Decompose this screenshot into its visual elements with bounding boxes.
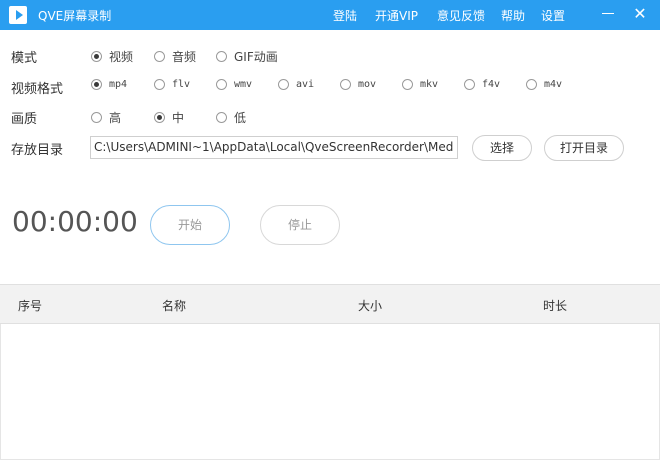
menu-feedback[interactable]: 意见反馈 — [437, 7, 485, 24]
radio-unchecked-icon — [154, 51, 165, 62]
choose-dir-button[interactable]: 选择 — [472, 135, 532, 161]
menu-vip[interactable]: 开通VIP — [375, 7, 418, 24]
menu-help[interactable]: 帮助 — [501, 7, 525, 24]
column-duration: 时长 — [543, 299, 568, 313]
app-title: QVE屏幕录制 — [38, 9, 112, 23]
save-dir-label: 存放目录 — [11, 143, 64, 158]
close-icon[interactable]: ✕ — [630, 4, 650, 24]
radio-unchecked-icon — [464, 79, 475, 90]
menu-login[interactable]: 登陆 — [333, 7, 357, 24]
format-option-mov[interactable]: mov — [340, 79, 376, 90]
quality-option-medium[interactable]: 中 — [154, 109, 184, 126]
stop-button[interactable]: 停止 — [260, 205, 340, 245]
menu-settings[interactable]: 设置 — [541, 7, 565, 24]
format-option-wmv[interactable]: wmv — [216, 79, 252, 90]
radio-unchecked-icon — [526, 79, 537, 90]
column-size: 大小 — [358, 299, 383, 313]
format-option-flv[interactable]: flv — [154, 79, 190, 90]
radio-unchecked-icon — [278, 79, 289, 90]
radio-unchecked-icon — [216, 51, 227, 62]
column-name: 名称 — [162, 299, 187, 313]
format-option-mp4[interactable]: mp4 — [91, 79, 127, 90]
mode-option-video[interactable]: 视频 — [91, 48, 133, 65]
mode-label: 模式 — [11, 51, 38, 66]
radio-unchecked-icon — [154, 79, 165, 90]
column-index: 序号 — [18, 299, 43, 313]
quality-option-high[interactable]: 高 — [91, 109, 121, 126]
format-option-m4v[interactable]: m4v — [526, 79, 562, 90]
format-option-f4v[interactable]: f4v — [464, 79, 500, 90]
radio-unchecked-icon — [340, 79, 351, 90]
radio-checked-icon — [91, 79, 102, 90]
recordings-table-header: 序号 名称 大小 时长 — [0, 284, 660, 324]
radio-checked-icon — [154, 112, 165, 123]
recordings-table-body — [0, 324, 660, 460]
start-button[interactable]: 开始 — [150, 205, 230, 245]
radio-unchecked-icon — [216, 79, 227, 90]
app-logo-icon — [9, 6, 27, 24]
mode-option-audio[interactable]: 音频 — [154, 48, 196, 65]
record-timer: 00:00:00 — [12, 205, 138, 238]
radio-unchecked-icon — [216, 112, 227, 123]
format-option-avi[interactable]: avi — [278, 79, 314, 90]
format-label: 视频格式 — [11, 82, 64, 97]
quality-option-low[interactable]: 低 — [216, 109, 246, 126]
radio-unchecked-icon — [402, 79, 413, 90]
mode-option-gif[interactable]: GIF动画 — [216, 48, 278, 65]
format-option-mkv[interactable]: mkv — [402, 79, 438, 90]
save-path-field[interactable]: C:\Users\ADMINI~1\AppData\Local\QveScree… — [90, 136, 458, 159]
title-bar: QVE屏幕录制 登陆 开通VIP 意见反馈 帮助 设置 ✕ — [0, 0, 660, 30]
quality-label: 画质 — [11, 112, 38, 127]
open-dir-button[interactable]: 打开目录 — [544, 135, 624, 161]
radio-unchecked-icon — [91, 112, 102, 123]
minimize-icon[interactable] — [602, 13, 614, 14]
radio-checked-icon — [91, 51, 102, 62]
